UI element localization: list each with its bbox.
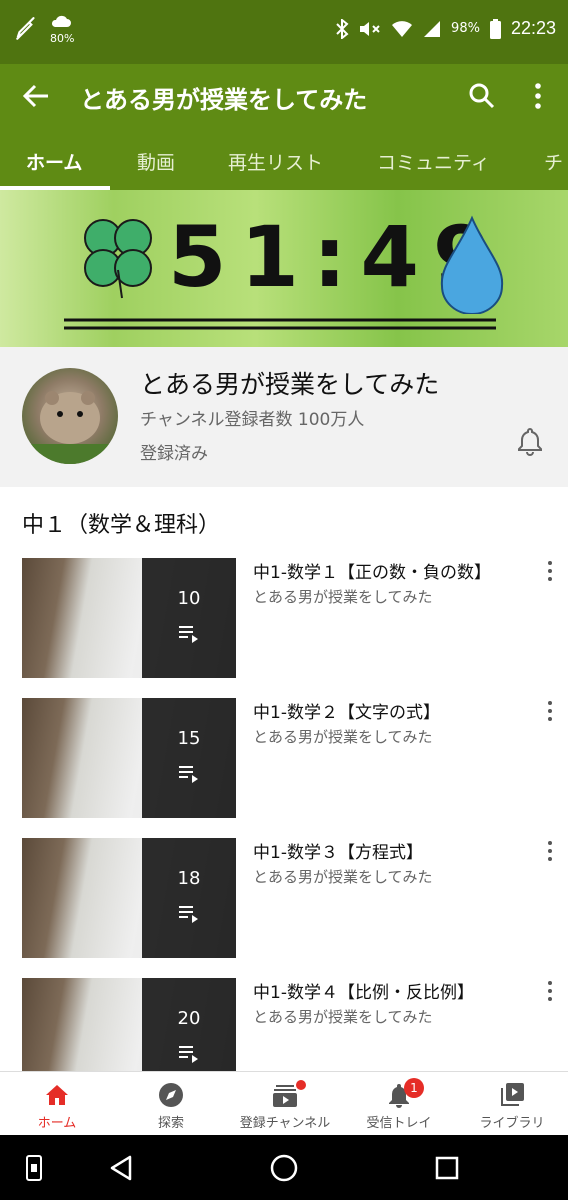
playlist-channel: とある男が授業をしてみた xyxy=(253,868,433,886)
playlist-title[interactable]: 中1-数学４【比例・反比例】 xyxy=(253,978,474,1003)
more-vert-icon[interactable] xyxy=(540,838,560,864)
more-vert-icon[interactable] xyxy=(540,698,560,724)
more-vert-icon[interactable] xyxy=(540,978,560,1004)
underline-stroke xyxy=(64,318,496,330)
playlist-icon xyxy=(179,766,198,783)
nav-label: ライブラリ xyxy=(479,1116,545,1131)
status-bar: 80% 98% 22:23 xyxy=(0,0,568,64)
battery-icon xyxy=(489,18,501,39)
rotate-screen-icon[interactable] xyxy=(18,1152,50,1184)
tab-playlists[interactable]: 再生リスト xyxy=(228,148,323,175)
playlist-count-overlay: 15 xyxy=(142,698,236,818)
playlist-video-count: 20 xyxy=(177,1008,201,1029)
playlist-thumbnail[interactable]: 10 xyxy=(22,558,236,678)
playlist-channel: とある男が授業をしてみた xyxy=(253,1008,433,1026)
battery-small-label: 80% xyxy=(50,32,75,45)
nav-label: 登録チャンネル xyxy=(239,1116,331,1131)
nav-subscriptions[interactable]: 登録チャンネル xyxy=(228,1072,342,1136)
home-icon xyxy=(46,1085,68,1105)
channel-tabs: ホーム 動画 再生リスト コミュニティ チ xyxy=(0,128,568,190)
channel-banner: 51:49 xyxy=(0,190,568,347)
app-bar: とある男が授業をしてみた xyxy=(0,64,568,128)
recents-square-icon[interactable] xyxy=(431,1152,463,1184)
nav-library[interactable]: ライブラリ xyxy=(456,1072,568,1136)
tab-channels[interactable]: チ xyxy=(544,148,563,175)
arrow-back-icon xyxy=(22,84,48,108)
home-circle-icon[interactable] xyxy=(268,1152,300,1184)
playlist-icon xyxy=(179,1046,198,1063)
avatar[interactable] xyxy=(22,368,118,464)
inbox-badge: 1 xyxy=(404,1078,424,1098)
new-content-dot xyxy=(296,1080,306,1090)
playlist-count-overlay: 18 xyxy=(142,838,236,958)
tab-home[interactable]: ホーム xyxy=(26,148,82,175)
search-icon xyxy=(469,83,495,109)
channel-name: とある男が授業をしてみた xyxy=(140,370,440,399)
bell-icon xyxy=(518,427,542,456)
nav-label: 受信トレイ xyxy=(366,1116,432,1131)
library-icon xyxy=(501,1083,524,1106)
section-title: 中１（数学＆理科） xyxy=(22,513,221,538)
subscription-status[interactable]: 登録済み xyxy=(140,439,208,464)
more-vert-icon xyxy=(535,83,541,109)
notification-bell-button[interactable] xyxy=(514,425,546,457)
page-title: とある男が授業をしてみた xyxy=(80,86,368,114)
playlist-title[interactable]: 中1-数学３【方程式】 xyxy=(253,838,423,863)
nav-label: ホーム xyxy=(37,1116,77,1131)
playlist-count-overlay: 20 xyxy=(142,978,236,1071)
battery-saver-indicator: 80% xyxy=(50,14,74,44)
explore-icon xyxy=(159,1083,183,1107)
playlist-row[interactable]: 15 中1-数学２【文字の式】 とある男が授業をしてみた xyxy=(0,698,568,818)
clover-icon xyxy=(84,219,152,299)
nav-home[interactable]: ホーム xyxy=(0,1072,114,1136)
cloud-upload-icon xyxy=(51,15,71,27)
tab-community[interactable]: コミュニティ xyxy=(377,148,490,175)
nav-inbox[interactable]: 1 受信トレイ xyxy=(342,1072,456,1136)
playlist-count-overlay: 10 xyxy=(142,558,236,678)
tab-videos[interactable]: 動画 xyxy=(137,148,175,175)
system-navigation-bar xyxy=(0,1135,568,1200)
subscriber-count: チャンネル登録者数 100万人 xyxy=(140,410,365,430)
bottom-navigation: ホーム 探索 登録チャンネル 1 受信トレイ ライブラリ xyxy=(0,1071,568,1135)
more-vert-icon[interactable] xyxy=(540,558,560,584)
mute-icon xyxy=(360,21,380,36)
playlist-channel: とある男が授業をしてみた xyxy=(253,728,433,746)
playlist-video-count: 15 xyxy=(177,728,201,749)
playlist-thumbnail[interactable]: 20 xyxy=(22,978,236,1071)
playlist-thumbnail[interactable]: 18 xyxy=(22,838,236,958)
playlist-row[interactable]: 20 中1-数学４【比例・反比例】 とある男が授業をしてみた xyxy=(0,978,568,1071)
playlist-title[interactable]: 中1-数学２【文字の式】 xyxy=(253,698,440,723)
playlist-icon xyxy=(179,626,198,643)
back-triangle-icon[interactable] xyxy=(106,1152,138,1184)
battery-percent: 98% xyxy=(451,21,480,36)
playlist-channel: とある男が授業をしてみた xyxy=(253,588,433,606)
signal-icon xyxy=(424,20,441,37)
search-button[interactable] xyxy=(462,78,502,114)
playlist-row[interactable]: 10 中1-数学１【正の数・負の数】 とある男が授業をしてみた xyxy=(0,558,568,678)
nav-label: 探索 xyxy=(157,1116,184,1131)
playlist-thumbnail[interactable]: 15 xyxy=(22,698,236,818)
wifi-icon xyxy=(392,20,413,37)
broom-icon xyxy=(16,17,35,40)
channel-header: とある男が授業をしてみた チャンネル登録者数 100万人 登録済み xyxy=(0,347,568,487)
water-drop-icon xyxy=(440,215,504,314)
bluetooth-icon xyxy=(336,18,349,39)
nav-explore[interactable]: 探索 xyxy=(114,1072,228,1136)
clock: 22:23 xyxy=(510,18,556,38)
playlist-icon xyxy=(179,906,198,923)
playlist-video-count: 18 xyxy=(177,868,201,889)
playlist-title[interactable]: 中1-数学１【正の数・負の数】 xyxy=(253,558,491,583)
hamster-image xyxy=(22,391,118,464)
more-options-button[interactable] xyxy=(524,78,552,114)
back-button[interactable] xyxy=(14,76,58,116)
playlist-row[interactable]: 18 中1-数学３【方程式】 とある男が授業をしてみた xyxy=(0,838,568,958)
playlist-video-count: 10 xyxy=(177,588,201,609)
